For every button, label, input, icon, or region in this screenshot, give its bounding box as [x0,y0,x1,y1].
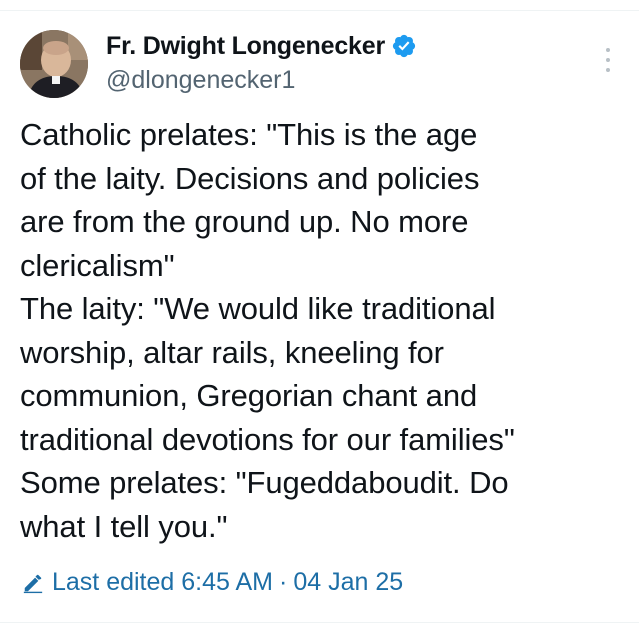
edited-date: 04 Jan 25 [293,568,404,596]
tweet-text: Catholic prelates: "This is the age of t… [20,113,620,548]
display-name[interactable]: Fr. Dwight Longenecker [106,32,385,61]
avatar-photo [20,30,88,98]
tweet-line: traditional devotions for our families" [20,421,515,457]
tweet-line: what I tell you." [20,508,228,544]
display-name-row: Fr. Dwight Longenecker [106,30,417,62]
edit-history-link[interactable]: Last edited 6:45 AM · 04 Jan 25 [22,568,403,597]
author-block[interactable]: Fr. Dwight Longenecker @dlongenecker1 [106,30,417,95]
top-divider [0,10,639,11]
tweet-line: Some prelates: "Fugeddaboudit. Do [20,465,509,500]
verified-badge-icon[interactable] [391,33,417,59]
tweet-line: The laity: "We would like traditional [20,291,496,326]
pencil-icon [23,574,43,593]
edited-separator: · [278,568,288,596]
tweet-line: Catholic prelates: "This is the age [20,117,478,152]
tweet-line: of the laity. Decisions and policies [20,160,480,196]
tweet-line: are from the ground up. No more [20,204,469,239]
tweet-line: clericalism" [20,247,175,283]
tweet-line: communion, Gregorian chant and [20,378,478,413]
tweet-line: worship, altar rails, kneeling for [20,334,444,370]
tweet-header: Fr. Dwight Longenecker @dlongenecker1 [20,28,619,102]
avatar[interactable] [20,30,88,98]
edited-label: Last edited 6:45 AM [52,568,273,596]
bottom-divider [0,622,639,623]
more-options-icon[interactable] [603,48,613,72]
handle[interactable]: @dlongenecker1 [106,66,417,95]
